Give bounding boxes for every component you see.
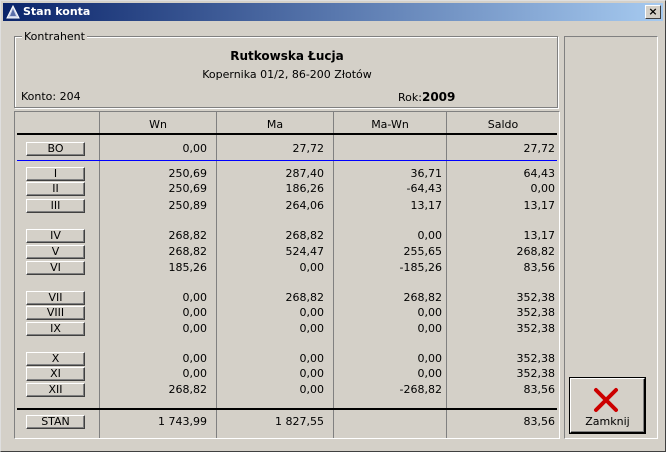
cell-wn: 268,82 <box>168 229 208 242</box>
cell-mawn: 36,71 <box>410 167 443 180</box>
dialog-window: Stan konta × Kontrahent Rutkowska Łucja … <box>0 0 666 452</box>
cell-saldo: 64,43 <box>523 167 556 180</box>
cell-saldo: 352,38 <box>516 291 556 304</box>
cell-wn: 1 743,99 <box>158 415 207 428</box>
cell-wn: 185,26 <box>168 261 208 274</box>
window-close-button[interactable]: × <box>645 5 661 19</box>
period-button-x[interactable]: X <box>26 352 85 366</box>
period-button-iv[interactable]: IV <box>26 229 85 243</box>
header-separator <box>17 133 557 135</box>
red-x-icon <box>594 388 618 412</box>
period-button-vi[interactable]: VI <box>26 261 85 275</box>
cell-wn: 0,00 <box>182 291 208 304</box>
cell-ma: 1 827,55 <box>275 415 324 428</box>
cell-mawn: 268,82 <box>403 291 443 304</box>
contractor-address: Kopernika 01/2, 86-200 Złotów <box>202 68 372 81</box>
window-title: Stan konta <box>23 5 91 18</box>
header-ma: Ma <box>266 118 284 131</box>
cell-mawn <box>342 415 442 428</box>
cell-mawn: 0,00 <box>417 367 443 380</box>
app-icon <box>6 5 20 19</box>
cell-wn: 0,00 <box>182 322 208 335</box>
cell-saldo: 83,56 <box>523 415 556 428</box>
cell-mawn: 0,00 <box>417 322 443 335</box>
period-button-iii[interactable]: III <box>26 199 85 213</box>
period-button-ix[interactable]: IX <box>26 322 85 336</box>
cell-ma: 0,00 <box>299 261 325 274</box>
cell-ma: 0,00 <box>299 367 325 380</box>
cell-mawn: -64,43 <box>406 182 442 195</box>
cell-ma: 0,00 <box>299 352 325 365</box>
cell-mawn: 255,65 <box>403 245 443 258</box>
cell-wn: 268,82 <box>168 245 208 258</box>
period-button-xii[interactable]: XII <box>26 383 85 397</box>
cell-wn: 0,00 <box>182 306 208 319</box>
cell-ma: 186,26 <box>285 182 325 195</box>
cell-mawn: 0,00 <box>417 229 443 242</box>
contractor-legend: Kontrahent <box>22 30 87 43</box>
period-button-i[interactable]: I <box>26 167 85 181</box>
contractor-name: Rutkowska Łucja <box>230 49 344 63</box>
cell-mawn <box>342 142 442 155</box>
cell-saldo: 352,38 <box>516 367 556 380</box>
cell-wn: 250,89 <box>168 199 208 212</box>
cell-wn: 250,69 <box>168 182 208 195</box>
opening-balance-separator <box>17 160 557 161</box>
cell-ma: 27,72 <box>292 142 325 155</box>
account-label: Konto: <box>21 90 57 103</box>
account-number: Konto: 204 <box>21 90 81 103</box>
cell-saldo: 13,17 <box>523 199 556 212</box>
cell-ma: 287,40 <box>285 167 325 180</box>
cell-wn: 268,82 <box>168 383 208 396</box>
header-saldo: Saldo <box>487 118 519 131</box>
cell-ma: 268,82 <box>285 291 325 304</box>
cell-mawn: 0,00 <box>417 352 443 365</box>
year-value: 2009 <box>421 90 456 104</box>
header-ma-wn: Ma-Wn <box>371 118 409 131</box>
cell-mawn: -268,82 <box>399 383 442 396</box>
cell-saldo: 27,72 <box>523 142 556 155</box>
cell-ma: 524,47 <box>285 245 325 258</box>
cell-saldo: 268,82 <box>516 245 556 258</box>
totals-separator <box>17 408 557 410</box>
cell-saldo: 352,38 <box>516 306 556 319</box>
close-button-label: Zamknij <box>585 415 630 428</box>
title-bar[interactable]: Stan konta × <box>3 3 663 21</box>
period-button-stan[interactable]: STAN <box>26 415 85 429</box>
cell-saldo: 13,17 <box>523 229 556 242</box>
period-button-viii[interactable]: VIII <box>26 306 85 320</box>
cell-mawn: 0,00 <box>417 306 443 319</box>
cell-saldo: 352,38 <box>516 352 556 365</box>
period-button-ii[interactable]: II <box>26 182 85 196</box>
period-button-xi[interactable]: XI <box>26 367 85 381</box>
cell-wn: 0,00 <box>182 142 208 155</box>
header-wn: Wn <box>149 118 167 131</box>
cell-saldo: 83,56 <box>523 383 556 396</box>
cell-ma: 0,00 <box>299 306 325 319</box>
period-button-v[interactable]: V <box>26 245 85 259</box>
cell-ma: 268,82 <box>285 229 325 242</box>
cell-ma: 264,06 <box>285 199 325 212</box>
cell-saldo: 352,38 <box>516 322 556 335</box>
cell-ma: 0,00 <box>299 322 325 335</box>
cell-wn: 0,00 <box>182 352 208 365</box>
period-button-bo[interactable]: BO <box>26 142 85 156</box>
cell-mawn: 13,17 <box>410 199 443 212</box>
account-value: 204 <box>59 90 81 103</box>
contractor-groupbox: Kontrahent Rutkowska Łucja Kopernika 01/… <box>14 30 558 108</box>
cell-saldo: 0,00 <box>530 182 556 195</box>
year-label: Rok: <box>398 91 422 104</box>
period-button-vii[interactable]: VII <box>26 291 85 305</box>
cell-wn: 0,00 <box>182 367 208 380</box>
cell-saldo: 83,56 <box>523 261 556 274</box>
cell-mawn: -185,26 <box>399 261 442 274</box>
cell-wn: 250,69 <box>168 167 208 180</box>
cell-ma: 0,00 <box>299 383 325 396</box>
year: Rok:2009 <box>398 90 455 104</box>
account-table: Wn Ma Ma-Wn Saldo BO 0,00 27,72 27,72 I 250,6… <box>14 111 560 439</box>
close-button[interactable]: Zamknij <box>570 378 645 433</box>
